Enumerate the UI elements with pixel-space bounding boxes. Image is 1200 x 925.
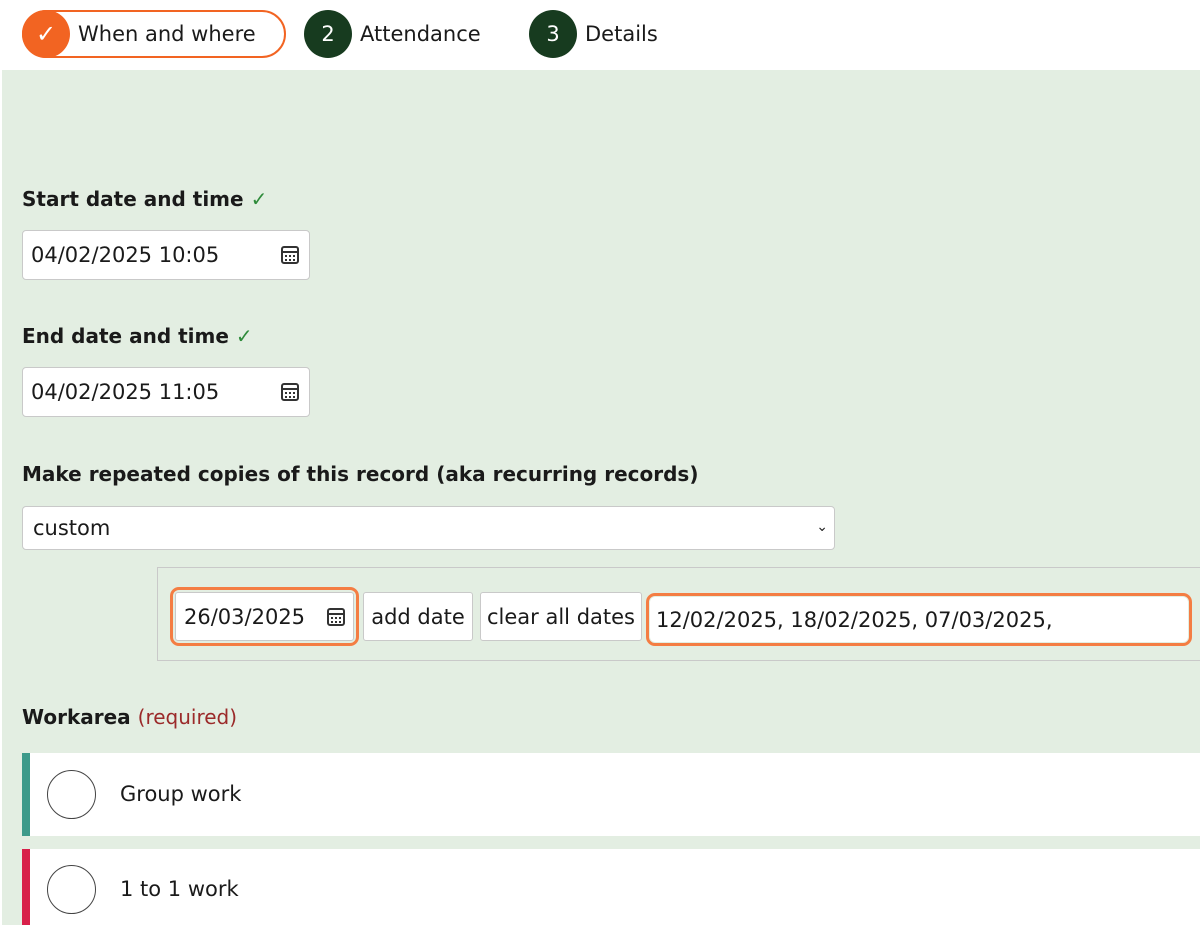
option-label: Group work bbox=[120, 782, 242, 806]
workarea-label-text: Workarea bbox=[22, 705, 131, 729]
progress-stepper: ✓ When and where 2 Attendance 3 Details bbox=[0, 0, 1200, 70]
end-datetime-value: 04/02/2025 11:05 bbox=[31, 380, 220, 404]
workarea-label: Workarea (required) bbox=[22, 705, 237, 729]
calendar-icon[interactable] bbox=[281, 246, 299, 264]
step-number: 2 bbox=[304, 10, 352, 58]
recurring-label: Make repeated copies of this record (aka… bbox=[22, 462, 699, 486]
step-attendance[interactable]: 2 Attendance bbox=[304, 10, 481, 58]
step-number: 3 bbox=[529, 10, 577, 58]
radio-circle-icon[interactable] bbox=[47, 865, 96, 914]
option-label: 1 to 1 work bbox=[120, 877, 239, 901]
calendar-icon[interactable] bbox=[281, 383, 299, 401]
required-indicator: (required) bbox=[137, 705, 238, 729]
end-date-label-text: End date and time bbox=[22, 324, 229, 348]
chevron-down-icon: ⌄ bbox=[816, 519, 828, 535]
step-when-and-where[interactable]: ✓ When and where bbox=[22, 10, 286, 58]
selected-dates-field[interactable]: 12/02/2025, 18/02/2025, 07/03/2025, bbox=[650, 597, 1188, 642]
start-date-label-text: Start date and time bbox=[22, 187, 244, 211]
workarea-option-group-work[interactable]: Group work bbox=[22, 753, 1200, 836]
step-label: When and where bbox=[78, 22, 256, 46]
radio-circle-icon[interactable] bbox=[47, 770, 96, 819]
start-datetime-input[interactable]: 04/02/2025 10:05 bbox=[22, 230, 310, 280]
check-icon: ✓ bbox=[250, 187, 268, 211]
step-details[interactable]: 3 Details bbox=[529, 10, 658, 58]
step-label: Attendance bbox=[360, 22, 481, 46]
step-label: Details bbox=[585, 22, 658, 46]
custom-date-value: 26/03/2025 bbox=[184, 604, 306, 629]
calendar-icon[interactable] bbox=[327, 608, 345, 626]
end-date-label: End date and time ✓ bbox=[22, 324, 253, 348]
clear-all-dates-button[interactable]: clear all dates bbox=[480, 592, 642, 641]
custom-date-input[interactable]: 26/03/2025 bbox=[175, 592, 354, 641]
recurring-select[interactable]: custom ⌄ bbox=[22, 506, 835, 550]
check-icon: ✓ bbox=[22, 10, 70, 58]
end-datetime-input[interactable]: 04/02/2025 11:05 bbox=[22, 367, 310, 417]
check-icon: ✓ bbox=[235, 324, 253, 348]
start-datetime-value: 04/02/2025 10:05 bbox=[31, 243, 220, 267]
start-date-label: Start date and time ✓ bbox=[22, 187, 267, 211]
selected-dates-text: 12/02/2025, 18/02/2025, 07/03/2025, bbox=[656, 607, 1053, 632]
option-accent-bar bbox=[22, 849, 30, 925]
option-accent-bar bbox=[22, 753, 30, 836]
add-date-button[interactable]: add date bbox=[363, 592, 473, 641]
recurring-selected-value: custom bbox=[33, 516, 111, 540]
workarea-option-one-to-one[interactable]: 1 to 1 work bbox=[22, 849, 1200, 925]
